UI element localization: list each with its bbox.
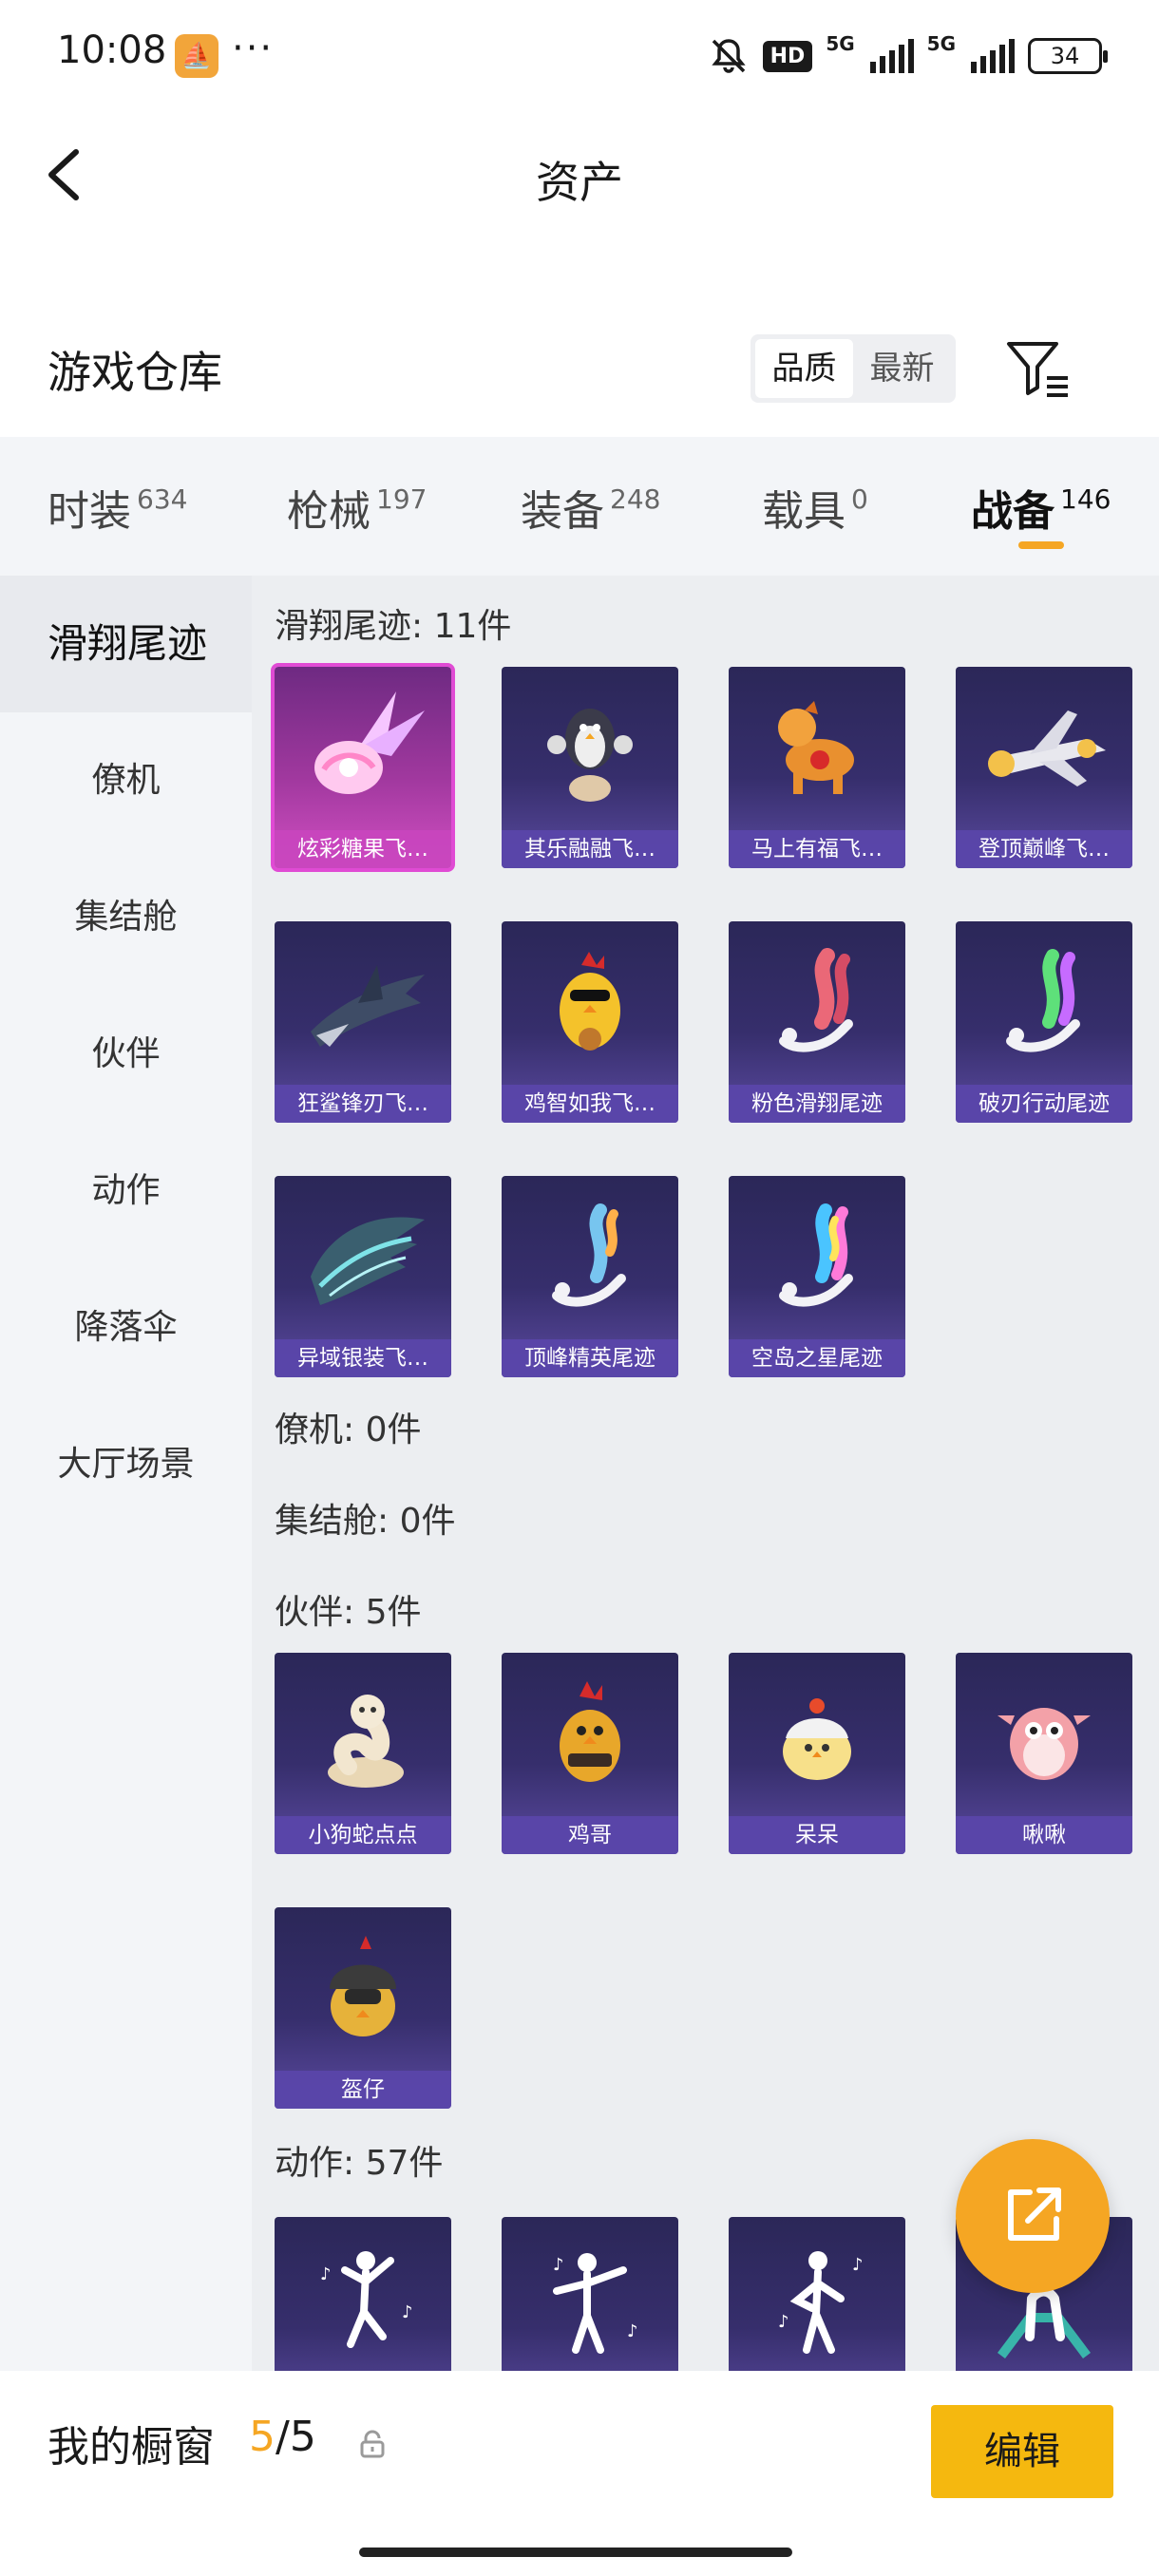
category-tabs: 时装 634 枪械 197 装备 248 载具 0 战备 146 <box>0 437 1159 576</box>
dance-pose-icon: ♪ ♪ <box>729 2217 905 2371</box>
item-card[interactable]: 狂鲨锋刃飞… <box>275 921 451 1123</box>
penguin-glider-icon <box>502 667 678 830</box>
section-title-pod: 集结舱: 0件 <box>275 1502 456 1541</box>
showcase-label: 我的橱窗 <box>48 2423 215 2472</box>
network-5g-label: 5G <box>826 32 855 55</box>
item-card[interactable]: 啾啾 <box>956 1653 1132 1854</box>
sort-newest-button[interactable]: 最新 <box>853 339 951 398</box>
item-card[interactable]: 炫彩糖果飞… <box>271 663 455 872</box>
page-title: 资产 <box>536 157 623 208</box>
sidebar-item-partner[interactable]: 伙伴 <box>0 986 252 1123</box>
item-card[interactable]: 破刃行动尾迹 <box>956 921 1132 1123</box>
clock: 10:08 <box>57 28 167 72</box>
dance-pose-icon: ♪ ♪ <box>275 2217 451 2371</box>
svg-text:♪: ♪ <box>627 2321 638 2341</box>
signal-icon <box>869 39 914 73</box>
nav-bar: 资产 <box>0 114 1159 237</box>
svg-text:♪: ♪ <box>553 2255 564 2275</box>
sidebar-item-lobby-scene[interactable]: 大厅场景 <box>0 1396 252 1533</box>
item-card[interactable]: 空岛之星尾迹 <box>729 1176 905 1377</box>
sidebar-item-emote[interactable]: 动作 <box>0 1123 252 1260</box>
svg-text:♪: ♪ <box>778 2312 789 2332</box>
rainbow-smoke-trail-icon <box>956 921 1132 1085</box>
section-title-trails: 滑翔尾迹: 11件 <box>275 607 512 646</box>
emote-card[interactable]: ♪ ♪ <box>502 2217 678 2371</box>
island-star-trail-icon <box>729 1176 905 1339</box>
status-icons: HD 5G 5G 34 <box>708 32 1108 80</box>
item-card[interactable]: 顶峰精英尾迹 <box>502 1176 678 1377</box>
item-card[interactable]: 鸡哥 <box>502 1653 678 1854</box>
assets-page: { "status_bar": { "time": "10:08", "dots… <box>0 0 1159 2576</box>
tab-fashion[interactable]: 时装 634 <box>48 477 187 538</box>
sidebar-item-wingman[interactable]: 僚机 <box>0 712 252 849</box>
item-card[interactable]: 其乐融融飞… <box>502 667 678 868</box>
network-5g-label-2: 5G <box>926 32 956 55</box>
main-body: 滑翔尾迹 僚机 集结舱 伙伴 动作 降落伞 大厅场景 滑翔尾迹: 11件 炫彩糖… <box>0 576 1159 2371</box>
candy-glider-icon <box>275 667 451 830</box>
helmet-chick-partner-icon <box>275 1907 451 2071</box>
section-title-wingman: 僚机: 0件 <box>275 1411 422 1449</box>
item-card[interactable]: 呆呆 <box>729 1653 905 1854</box>
share-out-icon <box>1008 2188 1061 2241</box>
sidebar-item-parachute[interactable]: 降落伞 <box>0 1260 252 1396</box>
chick-partner-icon <box>729 1653 905 1816</box>
sidebar-item-pod[interactable]: 集结舱 <box>0 849 252 986</box>
item-list: 滑翔尾迹: 11件 炫彩糖果飞… 其乐融融飞… 马上有福飞… 登顶巅峰飞… 狂鲨… <box>252 576 1159 2371</box>
silver-wing-glider-icon <box>275 1176 451 1339</box>
elite-smoke-trail-icon <box>502 1176 678 1339</box>
item-card[interactable]: 登顶巅峰飞… <box>956 667 1132 868</box>
bird-partner-icon <box>956 1653 1132 1816</box>
dance-pose-icon: ♪ ♪ <box>502 2217 678 2371</box>
chicken-glider-icon <box>502 921 678 1085</box>
item-card[interactable]: 小狗蛇点点 <box>275 1653 451 1854</box>
section-title-partner: 伙伴: 5件 <box>275 1593 422 1632</box>
sort-quality-button[interactable]: 品质 <box>755 339 853 398</box>
tab-equipment[interactable]: 装备 248 <box>521 477 660 538</box>
rooster-partner-icon <box>502 1653 678 1816</box>
item-card[interactable]: 异域银装飞… <box>275 1176 451 1377</box>
signal-icon-2 <box>971 39 1015 73</box>
status-bar: 10:08 ⛵ ··· HD 5G 5G 34 <box>0 0 1159 114</box>
showcase-count: 5/5 <box>249 2413 316 2461</box>
pink-smoke-trail-icon <box>729 921 905 1085</box>
mute-bell-icon <box>711 39 746 73</box>
jet-glider-icon <box>956 667 1132 830</box>
hd-voice-icon: HD <box>762 40 813 72</box>
showcase-bar: 我的橱窗 5/5 编辑 <box>0 2371 1159 2576</box>
home-indicator[interactable] <box>359 2548 792 2557</box>
horse-glider-icon <box>729 667 905 830</box>
battery-icon: 34 <box>1028 38 1108 74</box>
emote-card[interactable]: ♪ ♪ <box>729 2217 905 2371</box>
edit-button[interactable]: 编辑 <box>931 2405 1113 2498</box>
svg-text:♪: ♪ <box>320 2264 332 2284</box>
more-notifications-icon: ··· <box>232 27 275 70</box>
tab-vehicles[interactable]: 载具 0 <box>762 477 868 538</box>
warehouse-title: 游戏仓库 <box>48 347 222 398</box>
item-card[interactable]: 粉色滑翔尾迹 <box>729 921 905 1123</box>
share-button[interactable] <box>956 2139 1110 2293</box>
notification-app-icon: ⛵ <box>175 34 218 78</box>
snake-partner-icon <box>275 1653 451 1816</box>
svg-text:♪: ♪ <box>402 2302 413 2322</box>
sidebar-item-trails[interactable]: 滑翔尾迹 <box>0 576 252 712</box>
item-card[interactable]: 盔仔 <box>275 1907 451 2109</box>
sort-toggle: 品质 最新 <box>750 334 956 403</box>
warehouse-header: 游戏仓库 品质 最新 <box>0 313 1159 427</box>
sidebar: 滑翔尾迹 僚机 集结舱 伙伴 动作 降落伞 大厅场景 <box>0 576 252 2371</box>
tab-guns[interactable]: 枪械 197 <box>287 477 427 538</box>
svg-text:♪: ♪ <box>852 2255 864 2275</box>
section-title-emote: 动作: 57件 <box>275 2144 444 2183</box>
shark-glider-icon <box>275 921 451 1085</box>
filter-icon[interactable] <box>1005 340 1072 399</box>
item-card[interactable]: 鸡智如我飞… <box>502 921 678 1123</box>
active-tab-indicator <box>1018 541 1064 549</box>
emote-card[interactable]: ♪ ♪ <box>275 2217 451 2371</box>
lock-icon <box>360 2430 385 2458</box>
tab-combat-gear[interactable]: 战备 146 <box>971 477 1111 538</box>
item-card[interactable]: 马上有福飞… <box>729 667 905 868</box>
